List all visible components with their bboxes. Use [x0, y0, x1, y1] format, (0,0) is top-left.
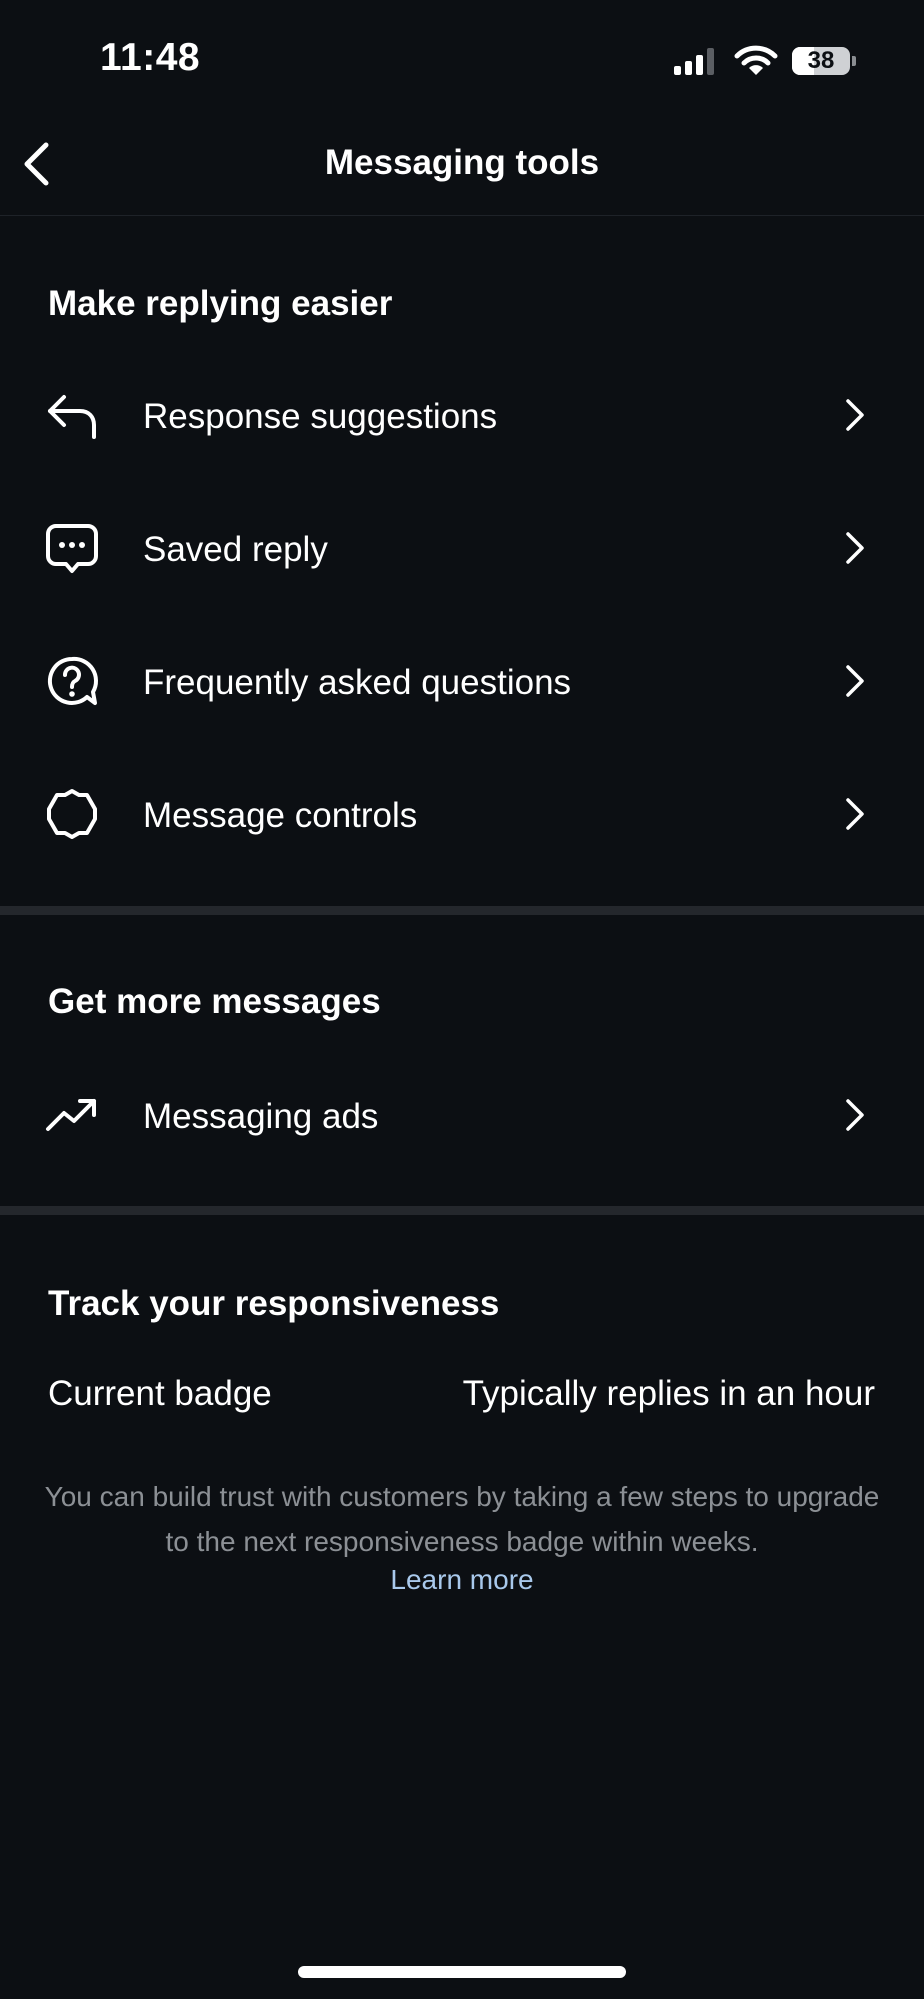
- section-title-track-responsiveness: Track your responsiveness: [48, 1284, 500, 1323]
- chevron-right-icon: [846, 1099, 864, 1131]
- reply-arrow-icon: [48, 395, 96, 439]
- current-badge-label: Current badge: [48, 1374, 272, 1413]
- trending-up-icon: [46, 1099, 96, 1131]
- question-bubble-icon: [47, 656, 98, 705]
- menu-row-message-controls[interactable]: Message controls: [0, 752, 924, 872]
- learn-more-link[interactable]: Learn more: [0, 1564, 924, 1596]
- page-title: Messaging tools: [324, 143, 600, 182]
- menu-row-frequently-asked-questions[interactable]: Frequently asked questions: [0, 619, 924, 739]
- home-indicator[interactable]: [298, 1966, 626, 1978]
- chevron-right-icon: [846, 399, 864, 431]
- menu-row-label: Message controls: [143, 796, 418, 835]
- section-title-make-replying-easier: Make replying easier: [48, 284, 393, 323]
- menu-row-response-suggestions[interactable]: Response suggestions: [0, 353, 924, 473]
- menu-row-label: Saved reply: [143, 530, 328, 569]
- wifi-icon: [734, 45, 778, 75]
- chevron-right-icon: [846, 665, 864, 697]
- chat-bubble-dots-icon: [46, 524, 98, 573]
- header-divider: [0, 215, 924, 216]
- menu-row-label: Response suggestions: [143, 397, 498, 436]
- menu-row-messaging-ads[interactable]: Messaging ads: [0, 1053, 924, 1173]
- status-icons: 38: [672, 44, 856, 78]
- status-time: 11:48: [100, 36, 201, 79]
- chevron-right-icon: [846, 532, 864, 564]
- current-badge-value: Typically replies in an hour: [462, 1374, 875, 1413]
- menu-row-label: Messaging ads: [143, 1097, 379, 1136]
- section-title-get-more-messages: Get more messages: [48, 982, 381, 1021]
- section-separator: [0, 906, 924, 915]
- settings-badge-icon: [47, 789, 97, 839]
- chevron-right-icon: [846, 798, 864, 830]
- battery-indicator: 38: [792, 47, 850, 75]
- section-separator: [0, 1206, 924, 1215]
- menu-row-saved-reply[interactable]: Saved reply: [0, 486, 924, 606]
- battery-tip: [852, 56, 856, 66]
- responsiveness-info-text: You can build trust with customers by ta…: [44, 1481, 880, 1557]
- battery-level: 38: [807, 47, 835, 74]
- cellular-signal-icon: [674, 48, 714, 75]
- menu-row-label: Frequently asked questions: [143, 663, 572, 702]
